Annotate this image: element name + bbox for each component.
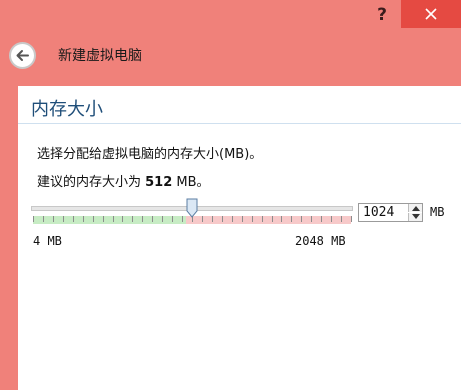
slider-tick — [212, 216, 213, 222]
slider-tick — [272, 216, 273, 222]
slider-tick — [103, 216, 104, 222]
slider-tick — [172, 216, 173, 222]
memory-description: 选择分配给虚拟电脑的内存大小(MB)。 — [37, 147, 263, 162]
slider-thumb[interactable] — [186, 198, 198, 218]
triangle-up-icon — [412, 206, 420, 211]
slider-tick — [152, 216, 153, 222]
slider-tick — [291, 216, 292, 222]
slider-tick — [301, 216, 302, 222]
slider-tick — [351, 216, 352, 222]
memory-value-input[interactable]: 1024 — [363, 205, 394, 220]
suggest-value: 512 — [145, 175, 173, 190]
slider-tick — [63, 216, 64, 222]
slider-tick — [321, 216, 322, 222]
spin-down-button[interactable] — [408, 213, 422, 221]
close-button[interactable] — [401, 0, 461, 28]
slider-tick — [43, 216, 44, 222]
dialog-window: ? 新建虚拟电脑 内存大小 选择分配给虚拟电脑的内存大小(MB)。 建议的内存大… — [0, 0, 461, 390]
suggest-prefix: 建议的内存大小为 — [37, 175, 146, 190]
slider-tick — [242, 216, 243, 222]
memory-slider[interactable] — [31, 197, 353, 229]
slider-tick — [83, 216, 84, 222]
slider-tick — [262, 216, 263, 222]
slider-tick — [281, 216, 282, 222]
suggest-suffix: MB。 — [172, 175, 210, 190]
slider-tick — [33, 216, 34, 222]
triangle-down-icon — [412, 214, 420, 219]
slider-tick — [53, 216, 54, 222]
slider-tick — [73, 216, 74, 222]
slider-tick — [252, 216, 253, 222]
memory-spinbox[interactable]: 1024 — [358, 203, 423, 222]
slider-tick — [113, 216, 114, 222]
slider-tick — [182, 216, 183, 222]
slider-tick — [93, 216, 94, 222]
back-arrow-icon — [16, 50, 29, 61]
memory-unit: MB — [430, 205, 445, 219]
slider-max-label: 2048 MB — [295, 234, 346, 248]
memory-suggestion: 建议的内存大小为 512 MB。 — [37, 171, 210, 190]
content-panel: 内存大小 选择分配给虚拟电脑的内存大小(MB)。 建议的内存大小为 512 MB… — [18, 86, 461, 390]
slider-tick — [142, 216, 143, 222]
slider-min-label: 4 MB — [33, 234, 62, 248]
title-bar: ? — [0, 0, 461, 30]
section-title: 内存大小 — [31, 99, 103, 120]
help-button[interactable]: ? — [370, 4, 394, 26]
slider-tick — [232, 216, 233, 222]
spin-up-button[interactable] — [408, 204, 422, 212]
close-icon — [425, 8, 437, 20]
wizard-title: 新建虚拟电脑 — [58, 48, 142, 64]
wizard-header: 新建虚拟电脑 — [0, 38, 461, 78]
slider-tick — [162, 216, 163, 222]
slider-thumb-icon — [186, 198, 198, 218]
slider-tick — [122, 216, 123, 222]
slider-tick — [202, 216, 203, 222]
section-divider — [18, 123, 461, 124]
slider-tick — [331, 216, 332, 222]
slider-tick — [132, 216, 133, 222]
slider-tick — [222, 216, 223, 222]
back-button[interactable] — [9, 42, 36, 69]
slider-tick — [311, 216, 312, 222]
slider-tick — [341, 216, 342, 222]
